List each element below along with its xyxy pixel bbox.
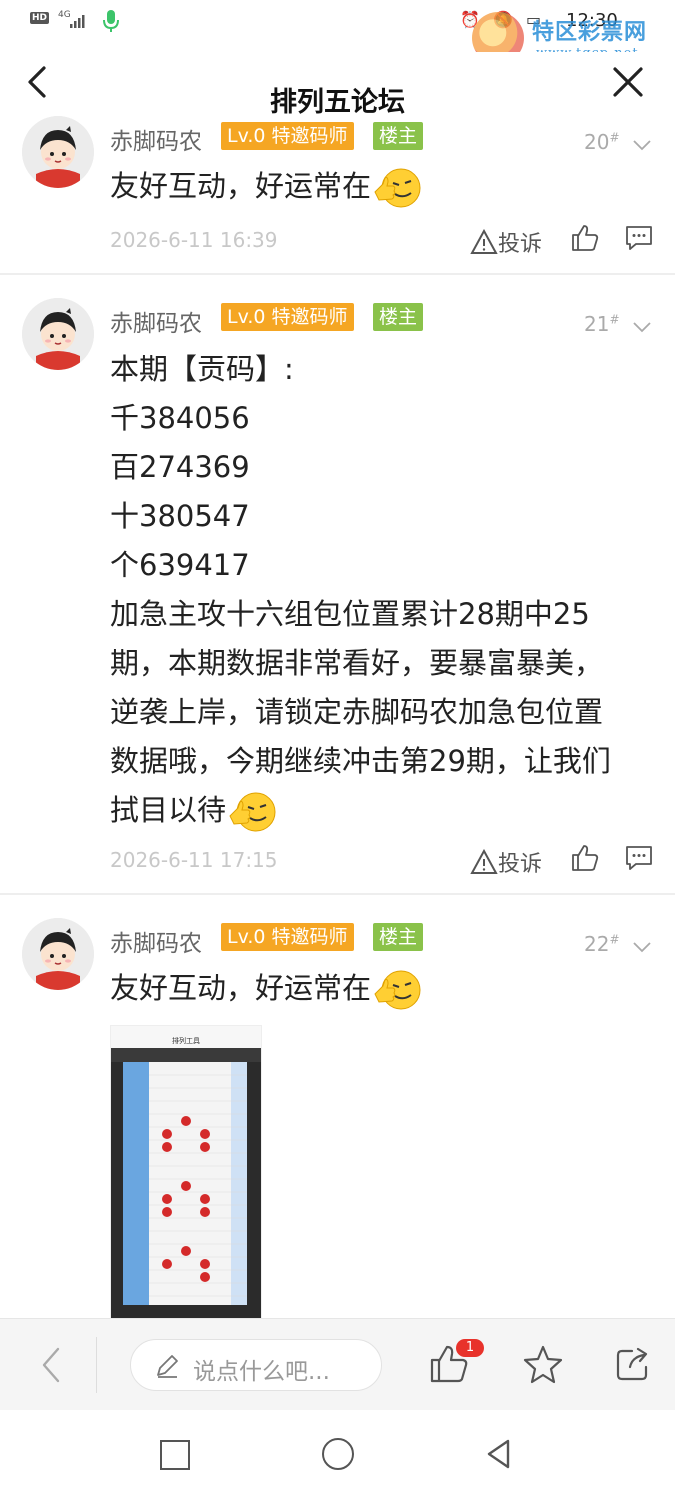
username[interactable]: 赤脚码农 [110, 122, 202, 156]
divider [0, 893, 675, 895]
like-icon[interactable] [570, 843, 600, 873]
post-image-thumbnail[interactable]: 排列工具 [110, 1025, 262, 1320]
chevron-down-icon[interactable] [632, 940, 652, 954]
like-count-badge: 1 [456, 1339, 484, 1357]
avatar-face-icon [22, 116, 94, 188]
chevron-down-icon[interactable] [632, 320, 652, 334]
thumbs-up-emoji-icon [229, 792, 276, 832]
post-line: 十380547 [110, 499, 250, 533]
lottery-grid-image [111, 1062, 261, 1319]
floor-number: 22# [584, 932, 620, 956]
warning-icon [470, 848, 498, 874]
separator [96, 1337, 97, 1393]
level-badge: Lv.0 特邀码师 [221, 923, 354, 951]
floor-number-value: 21 [584, 312, 610, 336]
home-icon[interactable] [322, 1438, 354, 1470]
level-badge: Lv.0 特邀码师 [221, 122, 354, 150]
comment-icon[interactable] [624, 844, 654, 872]
floor-number-value: 20 [584, 130, 610, 154]
post-line: 逆袭上岸，请锁定赤脚码农加急包位置 [110, 695, 604, 729]
divider [0, 273, 675, 275]
star-icon[interactable] [522, 1343, 564, 1385]
page-title: 排列五论坛 [270, 87, 405, 118]
post-content: 友好互动，好运常在 [110, 162, 660, 211]
avatar[interactable] [22, 918, 94, 990]
comment-icon[interactable] [624, 224, 654, 252]
report-button[interactable]: 投诉 [470, 226, 542, 258]
level-badge: Lv.0 特邀码师 [221, 303, 354, 331]
post-line: 期，本期数据非常看好，要暴富暴美， [110, 646, 604, 680]
chevron-down-icon[interactable] [632, 138, 652, 152]
floor-number: 20# [584, 130, 620, 154]
report-label: 投诉 [498, 232, 543, 257]
close-icon[interactable] [608, 62, 648, 102]
back-icon[interactable] [36, 1345, 66, 1385]
host-badge: 楼主 [373, 923, 424, 951]
thumbs-up-emoji-icon [374, 970, 421, 1010]
avatar-face-icon [22, 298, 94, 370]
floor-number-value: 22 [584, 932, 610, 956]
report-label: 投诉 [498, 852, 543, 877]
avatar[interactable] [22, 116, 94, 188]
post-line: 本期【贡码】: [110, 352, 294, 386]
post-time: 2026-6-11 17:15 [110, 848, 278, 872]
share-icon[interactable] [614, 1345, 652, 1383]
like-icon[interactable] [570, 223, 600, 253]
bottom-action-bar: 说点什么吧... 1 [0, 1318, 675, 1410]
thumbnail-title: 排列工具 [111, 1026, 261, 1048]
avatar[interactable] [22, 298, 94, 370]
post-line: 加急主攻十六组包位置累计28期中25 [110, 597, 590, 631]
recent-apps-icon[interactable] [160, 1440, 190, 1470]
post-content: 友好互动，好运常在 [110, 964, 660, 1013]
username[interactable]: 赤脚码农 [110, 924, 202, 958]
comment-input[interactable]: 说点什么吧... [130, 1339, 382, 1391]
post-time: 2026-6-11 16:39 [110, 228, 278, 252]
floor-number: 21# [584, 312, 620, 336]
comment-placeholder: 说点什么吧... [193, 1359, 330, 1385]
post-line: 千384056 [110, 401, 250, 435]
avatar-face-icon [22, 918, 94, 990]
post-line: 数据哦，今期继续冲击第29期，让我们 [110, 744, 611, 778]
microphone-icon [103, 10, 119, 32]
warning-icon [470, 228, 498, 254]
username[interactable]: 赤脚码农 [110, 304, 202, 338]
signal-icon [70, 15, 85, 28]
thumbs-up-emoji-icon [374, 168, 421, 208]
post-line: 友好互动，好运常在 [110, 169, 372, 203]
pen-icon [157, 1355, 178, 1378]
host-badge: 楼主 [373, 122, 424, 150]
watermark-text: 特区彩票网 [532, 20, 648, 45]
thumbnail-banner [111, 1048, 261, 1062]
post-line: 拭目以待 [110, 793, 227, 827]
post-content: 本期【贡码】: 千384056 百274369 十380547 个639417 … [110, 345, 660, 835]
report-button[interactable]: 投诉 [470, 846, 542, 878]
hd-indicator: HD [30, 12, 50, 24]
post-line: 个639417 [110, 548, 250, 582]
nav-back-icon[interactable] [484, 1438, 514, 1470]
host-badge: 楼主 [373, 303, 424, 331]
post-line: 百274369 [110, 450, 250, 484]
system-navigation-bar [0, 1410, 675, 1500]
post-line: 友好互动，好运常在 [110, 971, 372, 1005]
page-header: 排列五论坛 [0, 52, 675, 118]
